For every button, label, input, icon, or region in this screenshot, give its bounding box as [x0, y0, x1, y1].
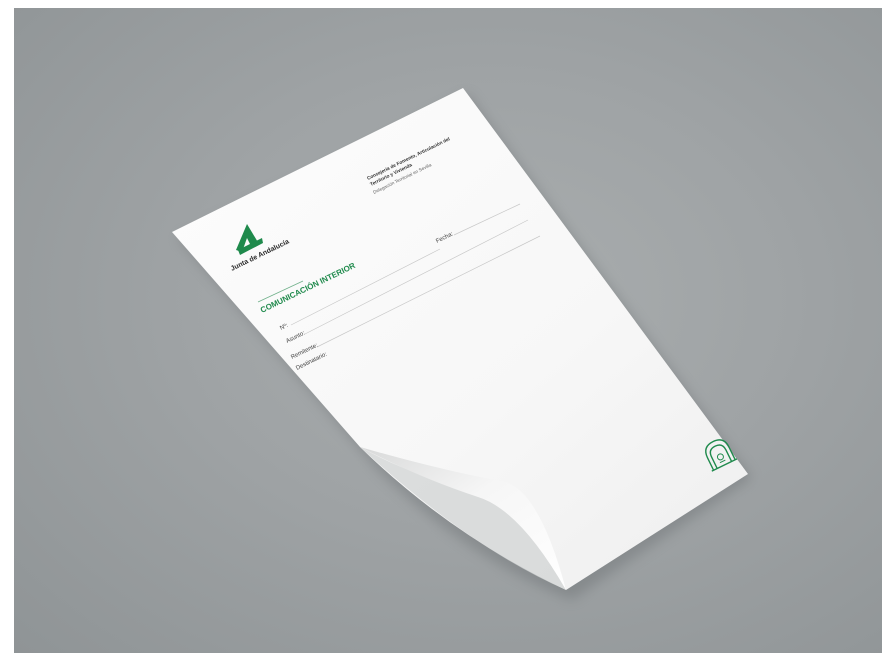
paper-mockup: Junta de Andalucía Consejería de Fomento… — [172, 88, 752, 600]
scene: Junta de Andalucía Consejería de Fomento… — [0, 0, 882, 653]
